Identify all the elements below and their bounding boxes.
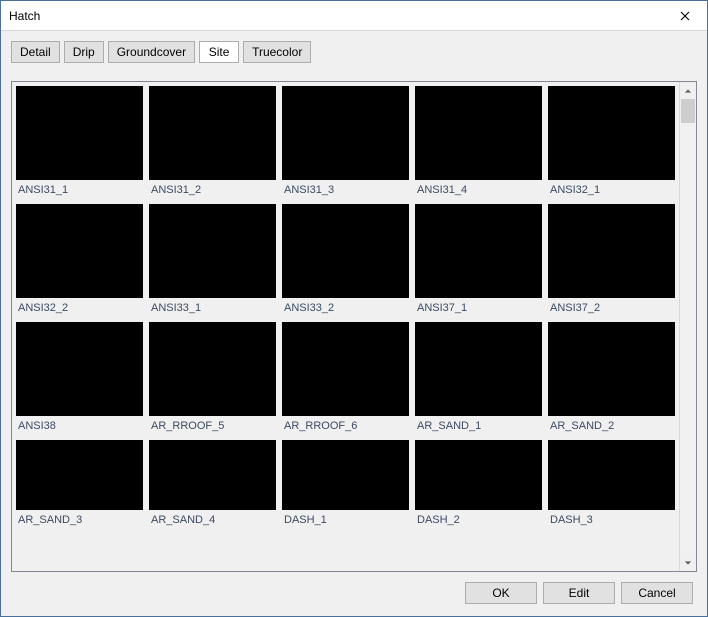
- scrollbar-track[interactable]: [680, 99, 696, 554]
- pattern-label: ANSI31_4: [415, 180, 542, 202]
- scroll-down-button[interactable]: [680, 554, 696, 571]
- pattern-thumbnail: [548, 86, 675, 180]
- pattern-label: ANSI38: [16, 416, 143, 438]
- pattern-item[interactable]: ANSI37_2: [548, 204, 675, 320]
- pattern-item[interactable]: ANSI31_1: [16, 86, 143, 202]
- chevron-up-icon: [684, 87, 692, 95]
- pattern-item[interactable]: ANSI37_1: [415, 204, 542, 320]
- scrollbar-thumb[interactable]: [681, 99, 695, 123]
- pattern-label: ANSI33_2: [282, 298, 409, 320]
- pattern-item[interactable]: DASH_3: [548, 440, 675, 532]
- pattern-label: ANSI33_1: [149, 298, 276, 320]
- pattern-item[interactable]: ANSI31_2: [149, 86, 276, 202]
- tab-drip[interactable]: Drip: [64, 41, 104, 63]
- pattern-label: ANSI31_3: [282, 180, 409, 202]
- pattern-thumbnail: [415, 86, 542, 180]
- pattern-label: DASH_3: [548, 510, 675, 532]
- pattern-item[interactable]: ANSI32_2: [16, 204, 143, 320]
- pattern-thumbnail: [415, 322, 542, 416]
- pattern-item[interactable]: ANSI31_3: [282, 86, 409, 202]
- title-bar: Hatch: [1, 1, 707, 31]
- pattern-thumbnail: [548, 440, 675, 510]
- scrollbar-vertical[interactable]: [679, 82, 696, 571]
- pattern-label: DASH_2: [415, 510, 542, 532]
- pattern-thumbnail: [282, 86, 409, 180]
- pattern-grid-viewport: ANSI31_1 ANSI31_2 ANSI31_3 ANSI31_4 ANSI…: [12, 82, 679, 571]
- close-icon: [680, 11, 690, 21]
- tab-detail[interactable]: Detail: [11, 41, 60, 63]
- pattern-thumbnail: [149, 204, 276, 298]
- pattern-label: AR_SAND_1: [415, 416, 542, 438]
- pattern-label: ANSI32_2: [16, 298, 143, 320]
- pattern-thumbnail: [16, 440, 143, 510]
- pattern-label: ANSI37_1: [415, 298, 542, 320]
- pattern-item[interactable]: ANSI33_2: [282, 204, 409, 320]
- cancel-button[interactable]: Cancel: [621, 582, 693, 604]
- pattern-thumbnail: [548, 204, 675, 298]
- pattern-label: AR_SAND_3: [16, 510, 143, 532]
- pattern-item[interactable]: ANSI33_1: [149, 204, 276, 320]
- pattern-thumbnail: [415, 204, 542, 298]
- pattern-item[interactable]: DASH_1: [282, 440, 409, 532]
- pattern-thumbnail: [415, 440, 542, 510]
- pattern-panel: ANSI31_1 ANSI31_2 ANSI31_3 ANSI31_4 ANSI…: [11, 81, 697, 572]
- pattern-label: DASH_1: [282, 510, 409, 532]
- pattern-thumbnail: [149, 440, 276, 510]
- pattern-item[interactable]: AR_RROOF_6: [282, 322, 409, 438]
- dialog-buttons: OK Edit Cancel: [11, 572, 697, 610]
- pattern-label: ANSI32_1: [548, 180, 675, 202]
- pattern-label: AR_RROOF_5: [149, 416, 276, 438]
- pattern-label: AR_SAND_4: [149, 510, 276, 532]
- pattern-thumbnail: [548, 322, 675, 416]
- pattern-grid: ANSI31_1 ANSI31_2 ANSI31_3 ANSI31_4 ANSI…: [16, 86, 675, 532]
- pattern-item[interactable]: ANSI31_4: [415, 86, 542, 202]
- close-button[interactable]: [662, 1, 707, 31]
- client-area: Detail Drip Groundcover Site Truecolor A…: [1, 31, 707, 616]
- pattern-thumbnail: [149, 322, 276, 416]
- pattern-label: ANSI37_2: [548, 298, 675, 320]
- pattern-item[interactable]: ANSI32_1: [548, 86, 675, 202]
- chevron-down-icon: [684, 559, 692, 567]
- pattern-item[interactable]: AR_SAND_1: [415, 322, 542, 438]
- pattern-thumbnail: [149, 86, 276, 180]
- window-title: Hatch: [9, 9, 40, 23]
- pattern-thumbnail: [16, 322, 143, 416]
- tab-site[interactable]: Site: [199, 41, 239, 63]
- pattern-item[interactable]: AR_SAND_2: [548, 322, 675, 438]
- pattern-item[interactable]: AR_SAND_4: [149, 440, 276, 532]
- pattern-item[interactable]: AR_RROOF_5: [149, 322, 276, 438]
- ok-button[interactable]: OK: [465, 582, 537, 604]
- pattern-label: ANSI31_1: [16, 180, 143, 202]
- pattern-thumbnail: [16, 86, 143, 180]
- pattern-thumbnail: [282, 204, 409, 298]
- tab-bar: Detail Drip Groundcover Site Truecolor: [11, 41, 697, 63]
- pattern-thumbnail: [282, 322, 409, 416]
- pattern-thumbnail: [282, 440, 409, 510]
- pattern-label: AR_SAND_2: [548, 416, 675, 438]
- pattern-item[interactable]: ANSI38: [16, 322, 143, 438]
- pattern-label: ANSI31_2: [149, 180, 276, 202]
- pattern-thumbnail: [16, 204, 143, 298]
- pattern-item[interactable]: AR_SAND_3: [16, 440, 143, 532]
- edit-button[interactable]: Edit: [543, 582, 615, 604]
- tab-groundcover[interactable]: Groundcover: [108, 41, 195, 63]
- tab-truecolor[interactable]: Truecolor: [243, 41, 311, 63]
- scroll-up-button[interactable]: [680, 82, 696, 99]
- pattern-label: AR_RROOF_6: [282, 416, 409, 438]
- pattern-item[interactable]: DASH_2: [415, 440, 542, 532]
